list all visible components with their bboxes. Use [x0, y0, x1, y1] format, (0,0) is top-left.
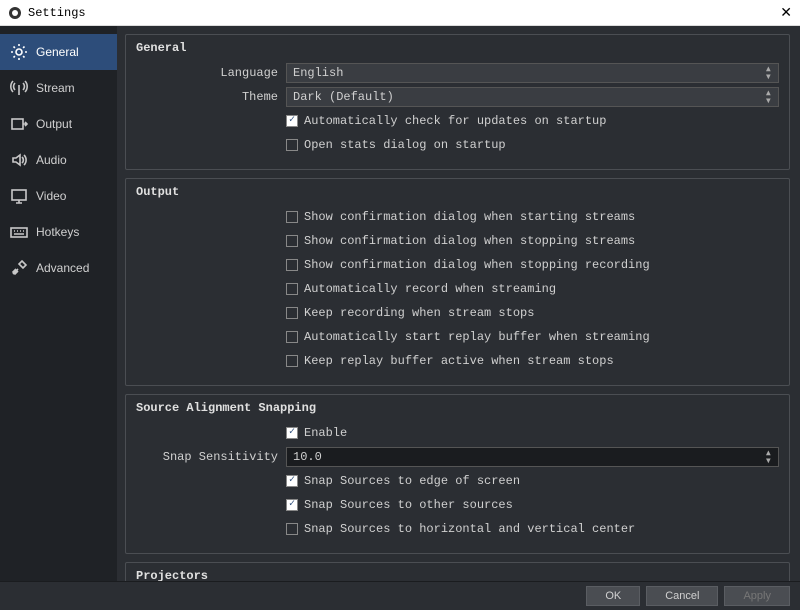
checkbox-icon [286, 307, 298, 319]
sidebar-label: Video [36, 189, 66, 203]
snap-center-checkbox[interactable]: Snap Sources to horizontal and vertical … [286, 522, 779, 536]
auto-record-checkbox[interactable]: Automatically record when streaming [286, 282, 779, 296]
updown-icon: ▴▾ [765, 65, 772, 81]
output-icon [10, 115, 28, 133]
ok-button[interactable]: OK [586, 586, 640, 606]
antenna-icon [10, 79, 28, 97]
snap-sources-checkbox[interactable]: Snap Sources to other sources [286, 498, 779, 512]
checkbox-label: Automatically record when streaming [304, 282, 556, 296]
window-title-text: Settings [28, 6, 86, 20]
checkbox-icon [286, 115, 298, 127]
group-output: Output Show confirmation dialog when sta… [125, 178, 790, 386]
sidebar-item-stream[interactable]: Stream [0, 70, 117, 106]
group-heading: General [136, 41, 779, 55]
checkbox-label: Snap Sources to horizontal and vertical … [304, 522, 635, 536]
checkbox-icon [286, 259, 298, 271]
title-bar: Settings ✕ [0, 0, 800, 26]
checkbox-icon [286, 427, 298, 439]
language-select[interactable]: English ▴▾ [286, 63, 779, 83]
sidebar-item-advanced[interactable]: Advanced [0, 250, 117, 286]
checkbox-icon [286, 139, 298, 151]
group-projectors: Projectors Hide cursor over projectors M… [125, 562, 790, 581]
checkbox-label: Snap Sources to other sources [304, 498, 513, 512]
apply-button[interactable]: Apply [724, 586, 790, 606]
checkbox-label: Show confirmation dialog when stopping r… [304, 258, 650, 272]
confirm-stop-checkbox[interactable]: Show confirmation dialog when stopping s… [286, 234, 779, 248]
confirm-stop-rec-checkbox[interactable]: Show confirmation dialog when stopping r… [286, 258, 779, 272]
sidebar-item-audio[interactable]: Audio [0, 142, 117, 178]
checkbox-label: Keep recording when stream stops [304, 306, 534, 320]
checkbox-icon [286, 331, 298, 343]
checkbox-label: Show confirmation dialog when stopping s… [304, 234, 635, 248]
language-label: Language [136, 66, 286, 80]
checkbox-label: Show confirmation dialog when starting s… [304, 210, 635, 224]
gear-icon [10, 43, 28, 61]
checkbox-label: Keep replay buffer active when stream st… [304, 354, 614, 368]
checkbox-icon [286, 499, 298, 511]
keyboard-icon [10, 223, 28, 241]
keep-replay-checkbox[interactable]: Keep replay buffer active when stream st… [286, 354, 779, 368]
speaker-icon [10, 151, 28, 169]
keep-recording-checkbox[interactable]: Keep recording when stream stops [286, 306, 779, 320]
updown-icon: ▴▾ [765, 449, 772, 465]
sidebar-item-output[interactable]: Output [0, 106, 117, 142]
app-icon [8, 6, 22, 20]
sidebar-label: Output [36, 117, 72, 131]
sidebar-label: Audio [36, 153, 67, 167]
sidebar-item-hotkeys[interactable]: Hotkeys [0, 214, 117, 250]
select-value: Dark (Default) [293, 90, 394, 104]
snapping-enable-checkbox[interactable]: Enable [286, 426, 779, 440]
sidebar-label: Advanced [36, 261, 89, 275]
checkbox-icon [286, 283, 298, 295]
open-stats-checkbox[interactable]: Open stats dialog on startup [286, 138, 779, 152]
group-heading: Output [136, 185, 779, 199]
checkbox-label: Open stats dialog on startup [304, 138, 506, 152]
close-button[interactable]: ✕ [780, 4, 792, 21]
select-value: English [293, 66, 343, 80]
checkbox-icon [286, 235, 298, 247]
snap-edge-checkbox[interactable]: Snap Sources to edge of screen [286, 474, 779, 488]
sidebar-item-general[interactable]: General [0, 34, 117, 70]
cancel-button[interactable]: Cancel [646, 586, 718, 606]
checkbox-label: Snap Sources to edge of screen [304, 474, 520, 488]
checkbox-label: Automatically check for updates on start… [304, 114, 606, 128]
checkbox-icon [286, 211, 298, 223]
sidebar-label: Hotkeys [36, 225, 79, 239]
group-heading: Projectors [136, 569, 779, 581]
settings-content[interactable]: General Language English ▴▾ Theme Dark (D… [117, 26, 800, 581]
auto-replay-checkbox[interactable]: Automatically start replay buffer when s… [286, 330, 779, 344]
sidebar-label: Stream [36, 81, 75, 95]
tools-icon [10, 259, 28, 277]
sidebar-item-video[interactable]: Video [0, 178, 117, 214]
sensitivity-spinner[interactable]: 10.0 ▴▾ [286, 447, 779, 467]
checkbox-label: Automatically start replay buffer when s… [304, 330, 650, 344]
theme-label: Theme [136, 90, 286, 104]
checkbox-icon [286, 355, 298, 367]
group-general: General Language English ▴▾ Theme Dark (D… [125, 34, 790, 170]
group-snapping: Source Alignment Snapping Enable Snap Se… [125, 394, 790, 554]
group-heading: Source Alignment Snapping [136, 401, 779, 415]
monitor-icon [10, 187, 28, 205]
updown-icon: ▴▾ [765, 89, 772, 105]
spinner-value: 10.0 [293, 450, 322, 464]
footer: OK Cancel Apply [0, 581, 800, 610]
sensitivity-label: Snap Sensitivity [136, 450, 286, 464]
auto-update-checkbox[interactable]: Automatically check for updates on start… [286, 114, 779, 128]
confirm-start-checkbox[interactable]: Show confirmation dialog when starting s… [286, 210, 779, 224]
checkbox-icon [286, 475, 298, 487]
window-title: Settings [8, 6, 86, 20]
checkbox-label: Enable [304, 426, 347, 440]
theme-select[interactable]: Dark (Default) ▴▾ [286, 87, 779, 107]
checkbox-icon [286, 523, 298, 535]
sidebar: General Stream Output Audio Video Hotkey… [0, 26, 117, 581]
sidebar-label: General [36, 45, 79, 59]
